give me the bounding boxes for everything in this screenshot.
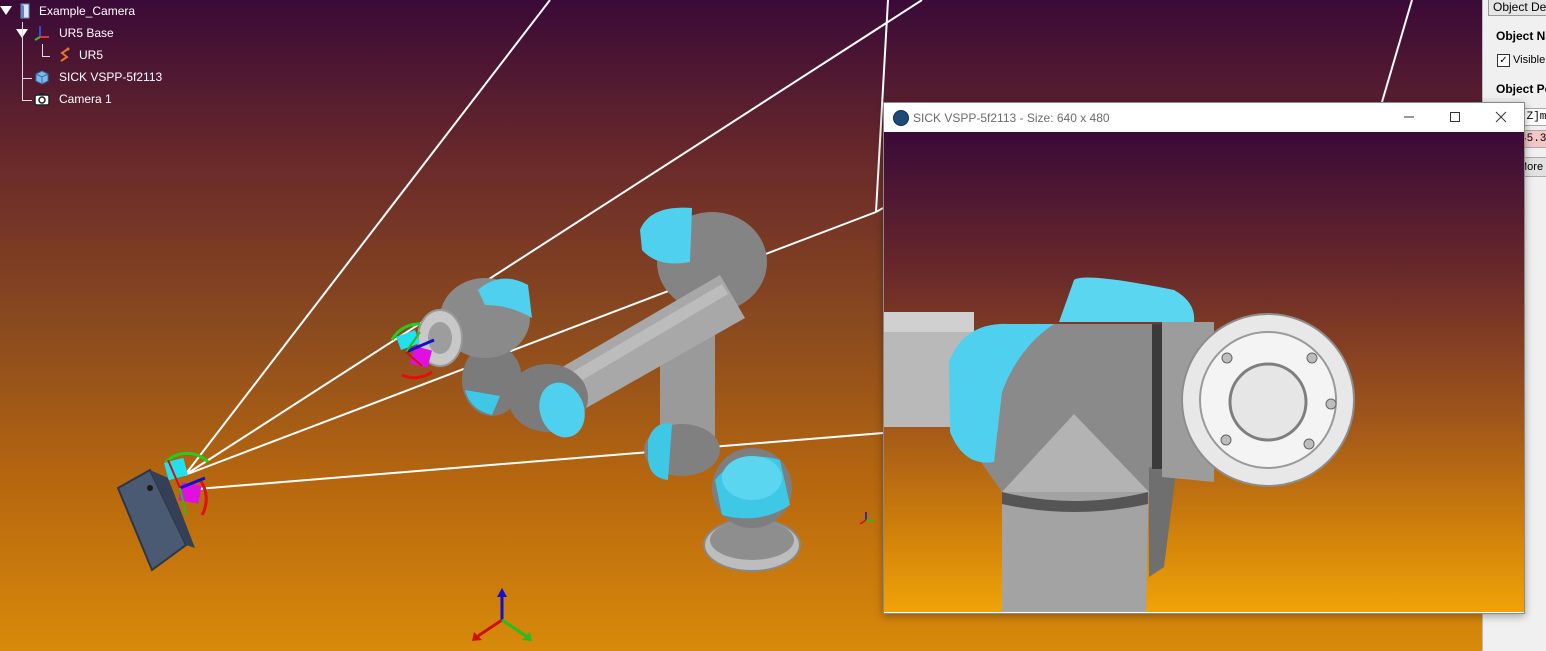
tree-item-label: Example_Camera: [39, 4, 136, 18]
app-logo-icon: [893, 110, 909, 126]
window-title: SICK VSPP-5f2113 - Size: 640 x 480: [913, 111, 1110, 125]
camera-render: [884, 277, 1355, 612]
maximize-button[interactable]: [1432, 103, 1478, 132]
tab-object-details[interactable]: Object Det: [1488, 0, 1546, 16]
robot-base-axes: [859, 512, 875, 525]
minimize-icon: [1404, 116, 1414, 118]
scene-tree: Example_Camera UR5 Base UR5 SICK VSPP-5f…: [0, 0, 220, 110]
visible-checkbox[interactable]: ✓: [1497, 54, 1510, 67]
tree-item-label: Camera 1: [59, 92, 112, 106]
visible-label: Visible: [1513, 54, 1546, 66]
maximize-icon: [1450, 112, 1460, 122]
camera-view-window[interactable]: SICK VSPP-5f2113 - Size: 640 x 480: [883, 102, 1525, 614]
camera-icon: [34, 93, 50, 106]
object-pose-heading: Object Po: [1496, 82, 1546, 96]
collapse-arrow-icon[interactable]: [0, 6, 12, 15]
coordinate-frame-icon: [34, 26, 49, 41]
robot-arm-icon: [60, 47, 70, 62]
sensor-object-icon: [35, 70, 49, 85]
tree-item-label: SICK VSPP-5f2113: [59, 70, 163, 84]
minimize-button[interactable]: [1386, 103, 1432, 132]
world-axes: [472, 588, 532, 641]
tree-item-label: UR5: [79, 48, 104, 62]
project-file-icon: [20, 3, 30, 19]
tree-item-label: UR5 Base: [59, 26, 114, 40]
camera-image: [884, 132, 1524, 612]
object-name-heading: Object Na: [1496, 29, 1546, 43]
close-icon: [1495, 111, 1507, 123]
close-button[interactable]: [1478, 103, 1524, 132]
ur5-robot-model[interactable]: [417, 207, 801, 572]
window-titlebar[interactable]: SICK VSPP-5f2113 - Size: 640 x 480: [884, 103, 1524, 132]
